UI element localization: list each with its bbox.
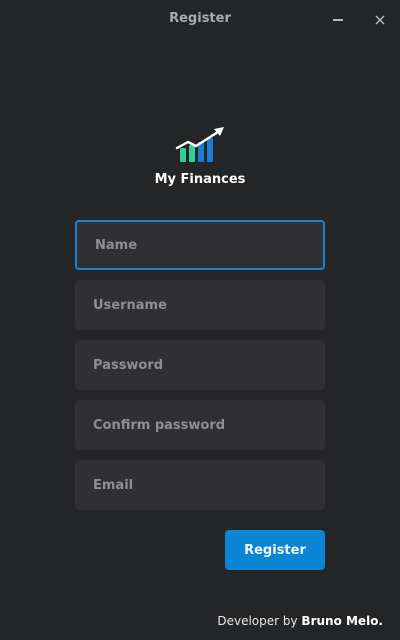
register-button[interactable]: Register	[225, 530, 325, 570]
minimize-icon	[333, 19, 343, 21]
minimize-button[interactable]	[327, 9, 349, 31]
finance-chart-icon	[175, 127, 224, 162]
developer-name: Bruno Melo.	[301, 614, 383, 628]
name-field[interactable]	[75, 220, 325, 270]
email-field[interactable]	[75, 460, 325, 510]
app-name: My Finances	[154, 172, 246, 187]
credit-prefix: Developer by	[217, 614, 302, 628]
close-button[interactable]	[369, 9, 391, 31]
password-field[interactable]	[75, 340, 325, 390]
title-bar[interactable]: Register	[0, 0, 400, 38]
developer-credit: Developer by Bruno Melo.	[0, 614, 383, 628]
close-icon	[375, 15, 385, 25]
username-field[interactable]	[75, 280, 325, 330]
confirm-password-field[interactable]	[75, 400, 325, 450]
register-window: Register My Finances Register Developer …	[0, 0, 400, 640]
